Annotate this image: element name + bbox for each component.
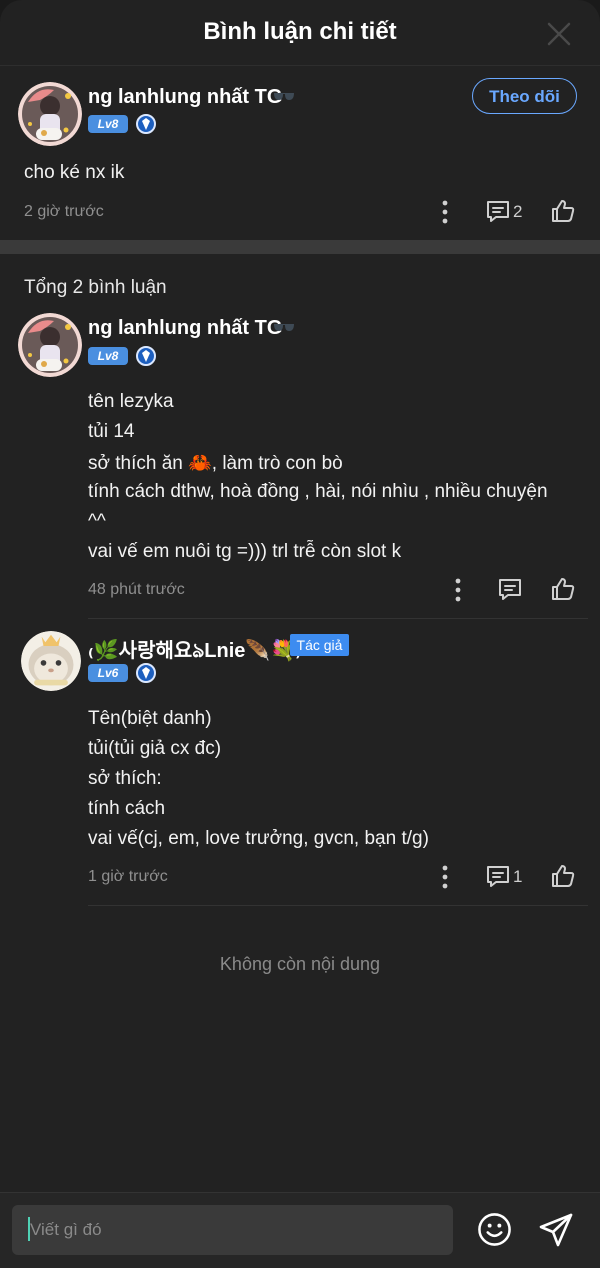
- comment-timestamp: 48 phút trước: [88, 581, 185, 598]
- reply-icon[interactable]: [485, 863, 511, 889]
- comment-text-line: vai vế(cj, em, love trưởng, gvcn, bạn t/…: [88, 828, 429, 849]
- comment-author-name[interactable]: ng lanhlung nhất TG: [88, 317, 282, 340]
- comment-text-line: Tên(biệt danh): [88, 708, 212, 729]
- comment-text-line: sở thích:: [88, 768, 162, 789]
- reply-icon[interactable]: [497, 576, 523, 602]
- comment-timestamp: 1 giờ trước: [88, 868, 168, 885]
- comment-total-label: Tổng 2 bình luận: [24, 277, 167, 298]
- section-separator: [0, 240, 600, 254]
- avatar[interactable]: [21, 631, 81, 691]
- level-badge: Lv8: [88, 115, 128, 133]
- header: Bình luận chi tiết: [0, 0, 600, 66]
- reply-count: 1: [513, 867, 523, 886]
- post-author-name[interactable]: ng lanhlung nhất TG: [88, 86, 282, 109]
- comment-composer: [0, 1192, 600, 1268]
- smiley-icon[interactable]: [477, 1212, 512, 1247]
- comment-text-line: ^^: [88, 511, 106, 532]
- author-tag: Tác giả: [290, 634, 349, 656]
- comment-text-line: tính cách dthw, hoà đồng , hài, nói nhìu…: [88, 481, 548, 502]
- avatar[interactable]: [18, 82, 82, 146]
- post-text: cho ké nx ik: [24, 162, 125, 183]
- follow-button[interactable]: Theo dõi: [472, 78, 577, 114]
- comment-text-line: tủi(tủi giả cx đc): [88, 738, 222, 759]
- avatar[interactable]: [18, 313, 82, 377]
- level-badge: Lv8: [88, 347, 128, 365]
- verified-badge-icon: [136, 663, 156, 683]
- verified-badge-icon: [136, 346, 156, 366]
- verified-badge-icon: [136, 114, 156, 134]
- sunglasses-icon: [274, 93, 294, 100]
- like-icon[interactable]: [550, 576, 576, 602]
- close-icon[interactable]: [546, 21, 572, 47]
- comment-input[interactable]: [12, 1205, 453, 1255]
- end-of-content-label: Không còn nội dung: [219, 954, 381, 974]
- comment-text-line: tên lezyka: [88, 391, 174, 412]
- like-icon[interactable]: [550, 863, 576, 889]
- comment-text-line: vai vế em nuôi tg =))) trl trễ còn slot …: [88, 541, 402, 562]
- comment-text-line: tính cách: [88, 798, 166, 819]
- text-caret: [28, 1217, 30, 1241]
- like-icon[interactable]: [550, 198, 576, 224]
- reply-icon[interactable]: [485, 198, 511, 224]
- comment-divider: [88, 618, 588, 619]
- more-icon[interactable]: [445, 577, 471, 603]
- post-timestamp: 2 giờ trước: [24, 203, 104, 220]
- level-badge: Lv6: [88, 664, 128, 682]
- comment-divider: [88, 905, 588, 906]
- send-icon[interactable]: [538, 1212, 574, 1248]
- page-title: Bình luận chi tiết: [203, 18, 397, 45]
- sunglasses-icon: [274, 324, 294, 331]
- more-icon[interactable]: [432, 864, 458, 890]
- comment-detail-sheet: Bình luận chi tiết ng lanhlung nhất TG L…: [0, 0, 600, 1268]
- comment-text-line: sở thích ăn 🦀, làm trò con bò: [88, 453, 343, 474]
- comment-text-line: tủi 14: [88, 421, 135, 442]
- more-icon[interactable]: [432, 199, 458, 225]
- reply-count: 2: [513, 202, 523, 221]
